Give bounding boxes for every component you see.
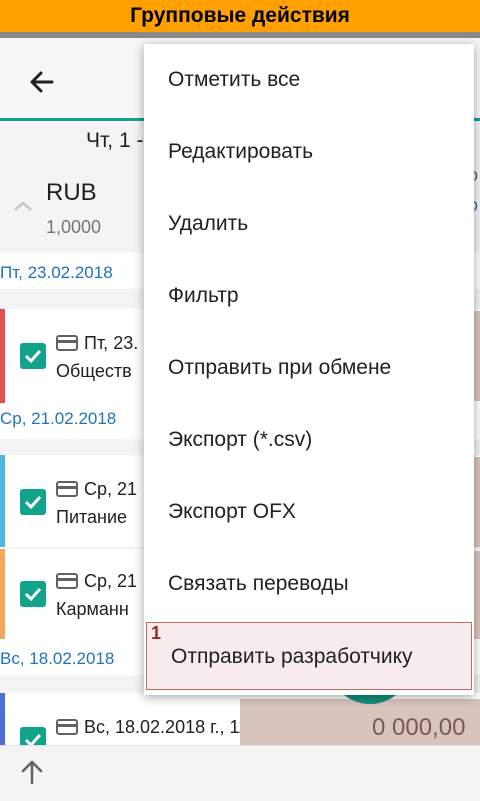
row-checkbox[interactable] (20, 343, 46, 369)
highlight-marker: 1 (151, 623, 162, 643)
check-icon (24, 349, 42, 364)
credit-card-icon (56, 335, 78, 351)
menu-item-label: Редактировать (168, 140, 314, 163)
group-actions-banner: Групповые действия (0, 0, 480, 32)
currency-rate: 1,0000 (46, 217, 102, 237)
date-header: Ср, 21.02.2018 (0, 409, 117, 428)
category-stripe (0, 455, 5, 547)
menu-item-label: Экспорт OFX (168, 500, 296, 523)
menu-item-send-to-developer[interactable]: 1 Отправить разработчику (146, 622, 472, 690)
credit-card-icon (56, 481, 78, 497)
row-date: Пт, 23. (84, 333, 139, 353)
menu-item-label: Отметить все (168, 68, 301, 91)
row-checkbox[interactable] (20, 581, 46, 607)
arrow-up-icon (21, 760, 43, 785)
menu-item-filter[interactable]: Фильтр (144, 260, 474, 332)
category-stripe (0, 693, 5, 753)
category-stripe (0, 549, 5, 639)
menu-item-label: Удалить (168, 212, 249, 235)
back-button[interactable] (22, 62, 62, 102)
row-date: Ср, 21 (84, 479, 138, 499)
menu-item-export-ofx[interactable]: Экспорт OFX (144, 476, 474, 548)
credit-card-icon (56, 719, 78, 735)
menu-item-label: Фильтр (168, 284, 239, 307)
check-icon (24, 495, 42, 510)
category-stripe (0, 309, 5, 403)
chevron-up-icon[interactable] (12, 199, 34, 213)
menu-item-send-on-sync[interactable]: Отправить при обмене (144, 332, 474, 404)
check-icon (24, 587, 42, 602)
menu-item-link-transfers[interactable]: Связать переводы (144, 548, 474, 620)
overflow-menu: Отметить все Редактировать Удалить Фильт… (144, 44, 474, 695)
row-category: Питание (56, 507, 128, 527)
credit-card-icon (56, 573, 78, 589)
arrow-left-icon (30, 71, 54, 93)
row-category: Карманн (56, 599, 129, 619)
row-date: Ср, 21 (84, 571, 138, 591)
menu-item-select-all[interactable]: Отметить все (144, 44, 474, 116)
date-header: Вс, 18.02.2018 (0, 649, 115, 668)
menu-item-label: Отправить разработчику (171, 645, 413, 668)
menu-item-export-csv[interactable]: Экспорт (*.csv) (144, 404, 474, 476)
menu-item-label: Экспорт (*.csv) (168, 428, 313, 451)
menu-item-edit[interactable]: Редактировать (144, 116, 474, 188)
banner-title: Групповые действия (130, 4, 350, 27)
scroll-top-button[interactable] (16, 756, 48, 788)
row-checkbox[interactable] (20, 489, 46, 515)
row-category: Обществ (56, 361, 132, 381)
currency-code: RUB (46, 179, 97, 206)
row-amount: 0 000,00 (372, 714, 466, 741)
menu-item-label: Отправить при обмене (168, 356, 392, 379)
period-title: Чт, 1 - (86, 129, 144, 152)
menu-item-label: Связать переводы (168, 572, 349, 595)
menu-item-delete[interactable]: Удалить (144, 188, 474, 260)
bottom-bar (0, 745, 480, 801)
date-header: Пт, 23.02.2018 (0, 263, 113, 282)
